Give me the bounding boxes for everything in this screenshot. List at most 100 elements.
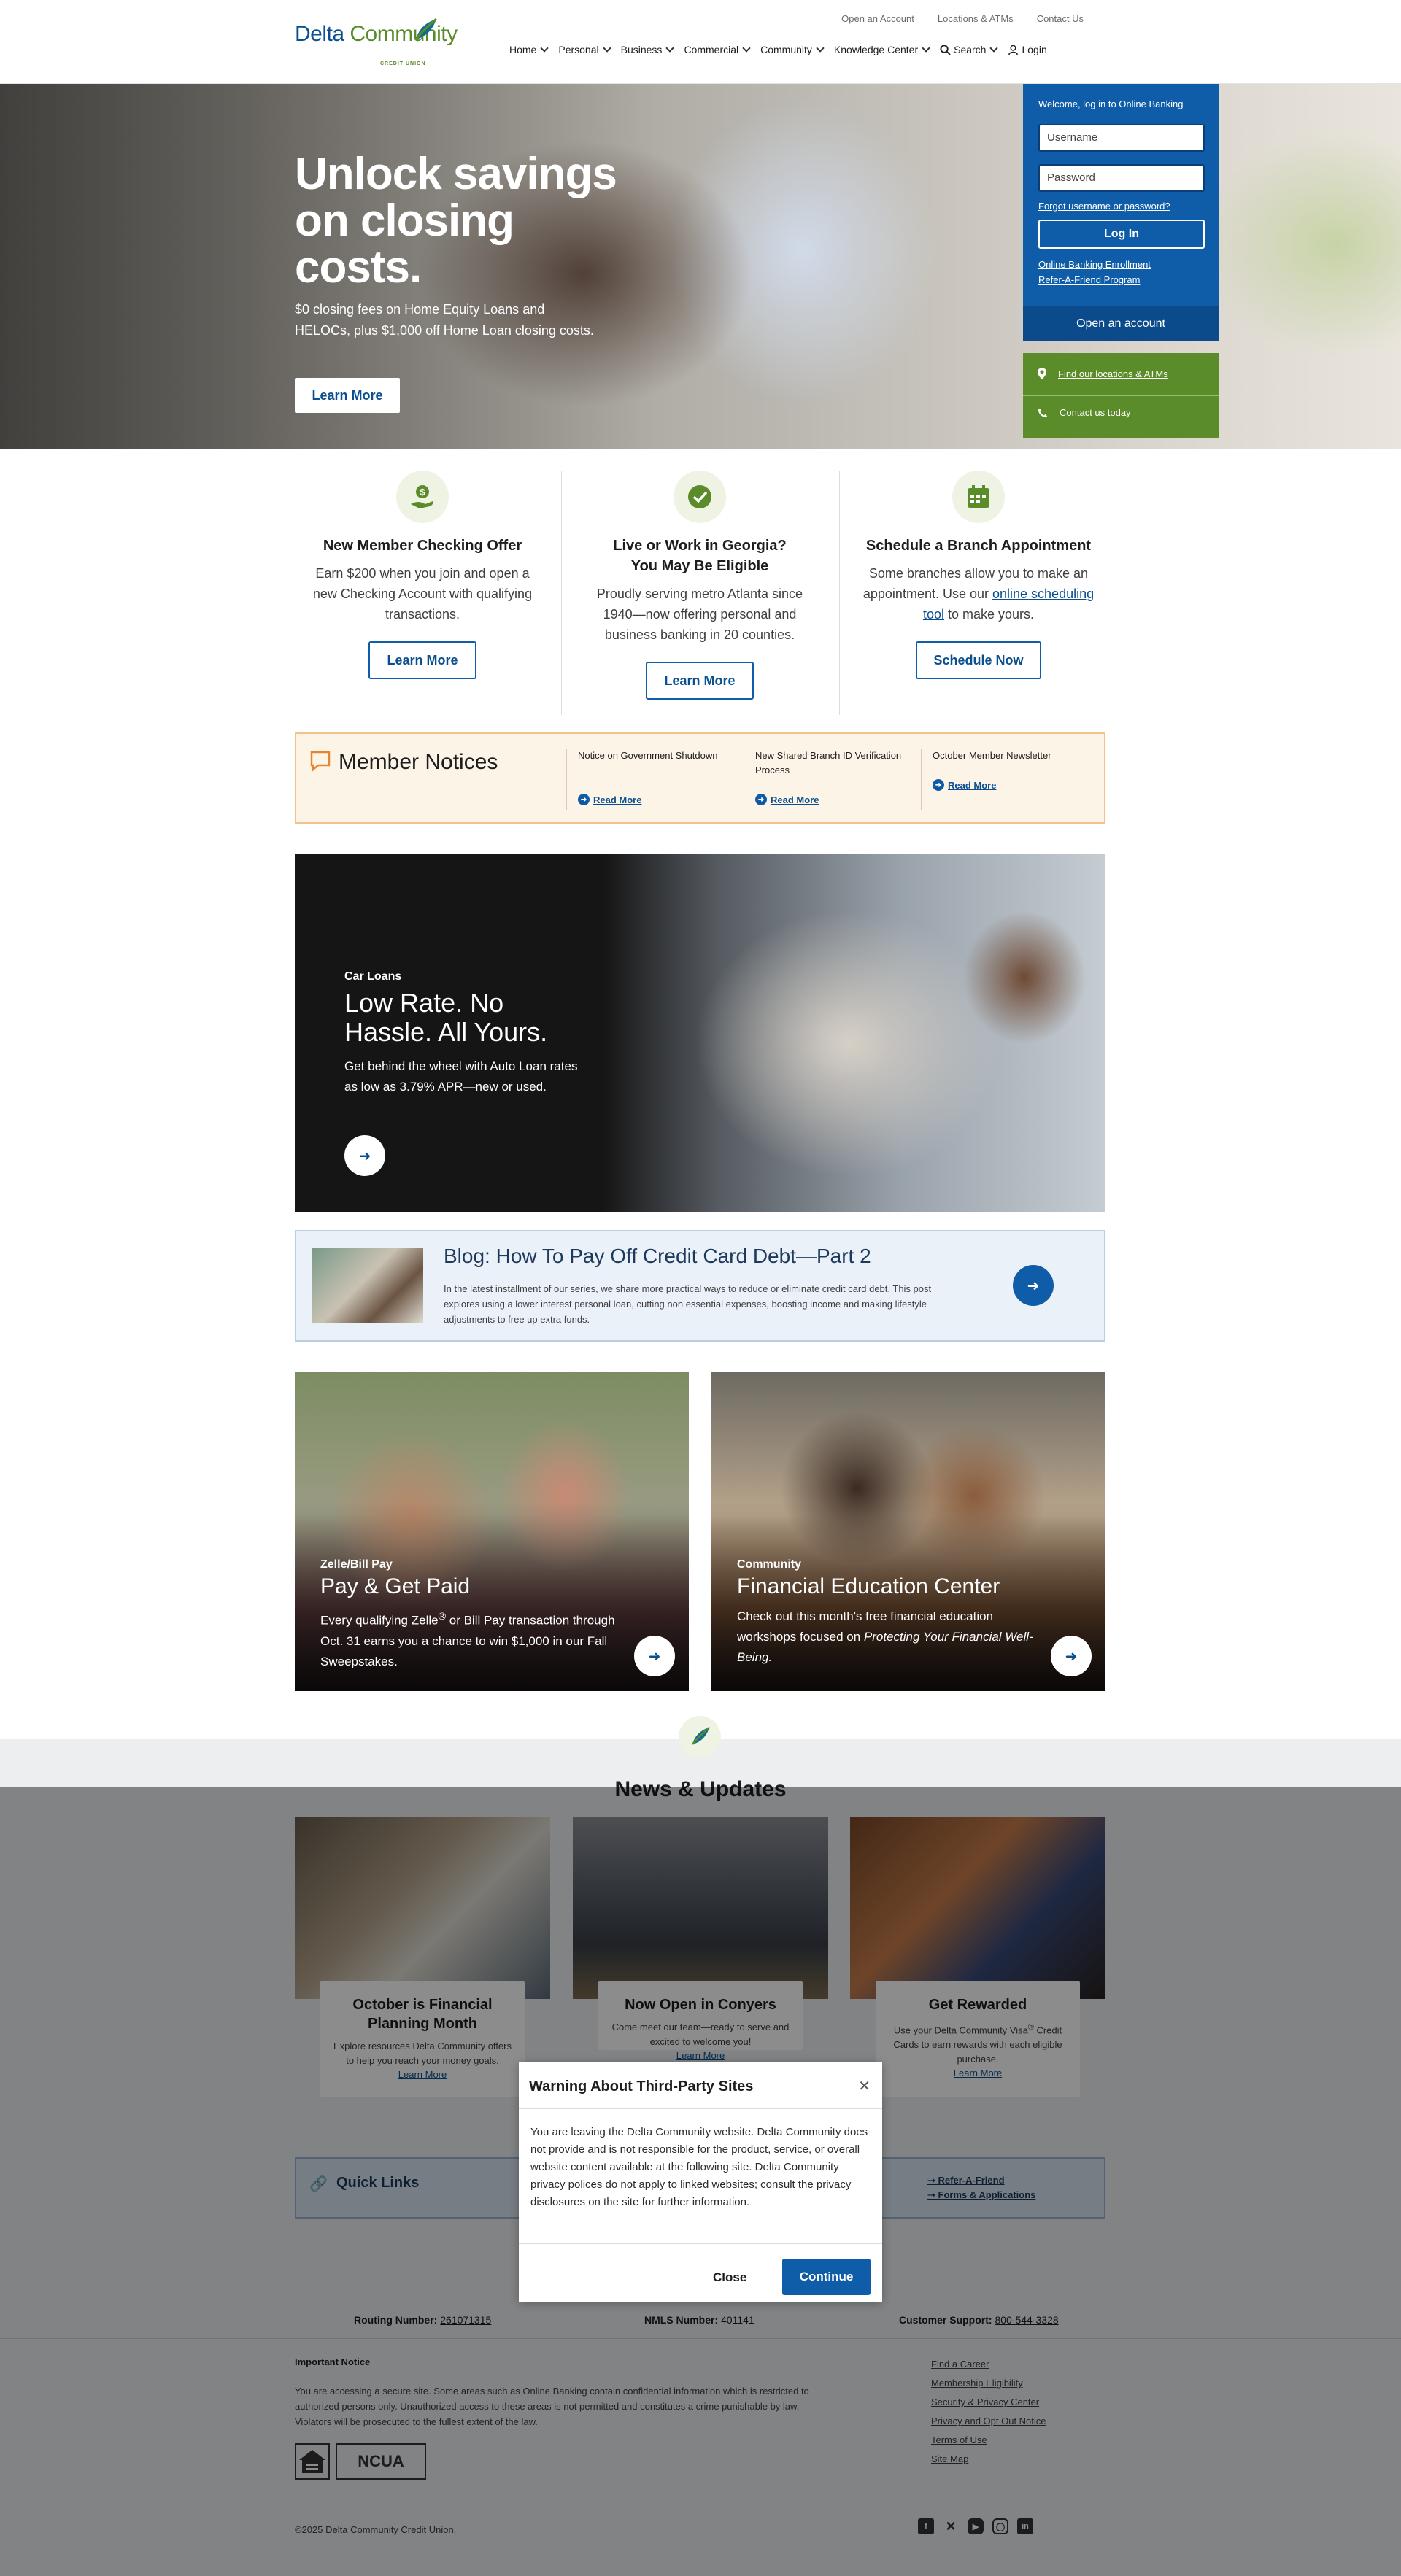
- blog-title: Blog: How To Pay Off Credit Card Debt—Pa…: [444, 1245, 871, 1267]
- financial-education-arrow-button[interactable]: ➜: [1051, 1636, 1092, 1676]
- main-nav: Home Personal Business Commercial Commun…: [509, 44, 1047, 55]
- chevron-down-icon: [602, 44, 611, 53]
- logo-subtitle: CREDIT UNION: [380, 61, 426, 66]
- map-pin-icon: [1038, 368, 1046, 379]
- site-header: Open an Account Locations & ATMs Contact…: [0, 0, 1401, 84]
- online-banking-login: Welcome, log in to Online Banking Userna…: [1023, 84, 1219, 341]
- car-loans-arrow-button[interactable]: ➜: [344, 1135, 385, 1176]
- schedule-now-button[interactable]: Schedule Now: [916, 641, 1041, 679]
- blog-thumbnail: [312, 1248, 423, 1323]
- financial-education-card: Community Financial Education Center Che…: [711, 1372, 1105, 1691]
- member-notices: Member Notices Notice on Government Shut…: [295, 732, 1105, 824]
- arrow-right-icon: ➜: [1027, 1277, 1040, 1294]
- phone-icon: [1038, 408, 1048, 417]
- open-account-button[interactable]: Open an account: [1023, 306, 1219, 341]
- nav-login[interactable]: Login: [1008, 44, 1047, 55]
- contact-us-link[interactable]: Contact Us: [1037, 13, 1084, 24]
- forgot-credentials-link[interactable]: Forgot username or password?: [1038, 201, 1170, 212]
- arrow-right-icon: ➜: [648, 1648, 661, 1665]
- notice-item: New Shared Branch ID Verification Proces…: [744, 749, 908, 810]
- chevron-down-icon: [989, 44, 999, 53]
- car-loans-promo: Car Loans Low Rate. No Hassle. All Yours…: [295, 854, 1105, 1212]
- nav-home[interactable]: Home: [509, 44, 549, 55]
- feature-icon-circle: [674, 471, 726, 523]
- third-party-warning-dialog: Warning About Third-Party Sites ✕ You ar…: [519, 2062, 882, 2302]
- password-input[interactable]: Password: [1038, 164, 1205, 192]
- continue-button[interactable]: Continue: [782, 2259, 871, 2295]
- logo-word-community: Community: [350, 22, 458, 46]
- locations-contact-box: Find our locations & ATMs Contact us tod…: [1023, 353, 1219, 438]
- feature-text: Some branches allow you to make an appoi…: [862, 566, 1095, 622]
- notice-title: October Member Newsletter: [933, 750, 1051, 761]
- hero-title: Unlock savings on closing costs.: [295, 149, 617, 293]
- read-more-link[interactable]: ➜ Read More: [755, 794, 819, 805]
- chevron-down-icon: [742, 44, 751, 53]
- feature-branch-appointment: Schedule a Branch Appointment Some branc…: [839, 471, 1118, 679]
- promo-tag: Car Loans: [344, 970, 402, 983]
- arrow-right-icon: ➜: [933, 779, 944, 791]
- nav-commercial[interactable]: Commercial: [684, 44, 751, 55]
- feature-text: Proudly serving metro Atlanta since 1940…: [596, 587, 803, 642]
- card-tag: Zelle/Bill Pay: [320, 1558, 393, 1571]
- contact-today-link[interactable]: Contact us today: [1038, 407, 1131, 418]
- arrow-right-icon: ➜: [1065, 1648, 1078, 1665]
- logo[interactable]: Delta Community CREDIT UNION: [295, 18, 458, 66]
- blog-arrow-button[interactable]: ➜: [1013, 1265, 1054, 1306]
- close-button[interactable]: Close: [713, 2270, 746, 2285]
- card-text: Check out this month's free financial ed…: [737, 1609, 1033, 1664]
- blog-text: In the latest installment of our series,…: [444, 1283, 932, 1325]
- promo-title: Low Rate. No Hassle. All Yours.: [344, 988, 548, 1047]
- nav-community[interactable]: Community: [760, 44, 825, 55]
- logo-leaf-icon: [414, 18, 437, 40]
- notices-title: Member Notices: [339, 750, 498, 774]
- find-locations-link[interactable]: Find our locations & ATMs: [1038, 368, 1168, 379]
- open-account-link[interactable]: Open an Account: [841, 13, 914, 24]
- chevron-down-icon: [816, 44, 825, 53]
- svg-text:$: $: [420, 487, 425, 498]
- nav-personal[interactable]: Personal: [558, 44, 611, 55]
- locations-atms-link[interactable]: Locations & ATMs: [938, 13, 1014, 24]
- user-icon: [1008, 45, 1019, 55]
- read-more-link[interactable]: ➜ Read More: [578, 794, 641, 805]
- feature-checking-offer: $ New Member Checking Offer Earn $200 wh…: [283, 471, 562, 679]
- chat-bubble-icon: [310, 751, 331, 772]
- feature-icon-circle: $: [396, 471, 449, 523]
- leaf-emblem-icon: [679, 1716, 721, 1758]
- hero-learn-more-button[interactable]: Learn More: [295, 378, 400, 413]
- nav-knowledge-center[interactable]: Knowledge Center: [834, 44, 930, 55]
- feature-title: Live or Work in Georgia? You May Be Elig…: [613, 538, 787, 574]
- utility-nav: Open an Account Locations & ATMs Contact…: [841, 13, 1084, 24]
- arrow-right-icon: ➜: [578, 794, 590, 805]
- dialog-title: Warning About Third-Party Sites: [529, 2078, 754, 2095]
- dialog-header: Warning About Third-Party Sites ✕: [519, 2062, 882, 2109]
- arrow-right-icon: ➜: [358, 1148, 371, 1164]
- username-input[interactable]: Username: [1038, 124, 1205, 152]
- zelle-arrow-button[interactable]: ➜: [634, 1636, 675, 1676]
- hero-text: $0 closing fees on Home Equity Loans and…: [295, 302, 594, 338]
- close-icon[interactable]: ✕: [858, 2077, 871, 2095]
- promo-text: Get behind the wheel with Auto Loan rate…: [344, 1059, 578, 1094]
- notice-item: Notice on Government Shutdown ➜ Read More: [566, 749, 730, 810]
- card-text: Every qualifying Zelle® or Bill Pay tran…: [320, 1611, 615, 1668]
- search-icon: [940, 44, 951, 55]
- chevron-down-icon: [540, 44, 549, 53]
- dialog-footer: Close Continue: [519, 2243, 882, 2302]
- notice-title: Notice on Government Shutdown: [578, 750, 718, 761]
- read-more-link[interactable]: ➜ Read More: [933, 779, 996, 791]
- feature-title: New Member Checking Offer: [323, 538, 522, 554]
- georgia-learn-more-button[interactable]: Learn More: [646, 662, 754, 700]
- dialog-body: You are leaving the Delta Community webs…: [530, 2126, 868, 2208]
- feature-icon-circle: [952, 471, 1005, 523]
- divider: [1023, 395, 1219, 396]
- chevron-down-icon: [665, 44, 675, 53]
- chevron-down-icon: [922, 44, 930, 53]
- log-in-button[interactable]: Log In: [1038, 220, 1205, 249]
- hand-money-icon: $: [411, 485, 433, 508]
- checking-learn-more-button[interactable]: Learn More: [368, 641, 476, 679]
- online-banking-enrollment-link[interactable]: Online Banking Enrollment: [1038, 259, 1151, 270]
- nav-business[interactable]: Business: [621, 44, 675, 55]
- refer-a-friend-link[interactable]: Refer-A-Friend Program: [1038, 274, 1140, 285]
- feature-georgia-eligibility: Live or Work in Georgia? You May Be Elig…: [560, 471, 839, 700]
- nav-search[interactable]: Search: [940, 44, 999, 55]
- logo-word-delta: Delta: [295, 22, 344, 46]
